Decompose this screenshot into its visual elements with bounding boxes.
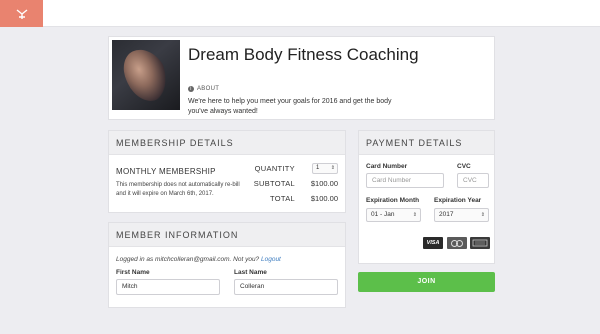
about-text: ABOUT (197, 86, 220, 92)
subtotal-value: $100.00 (310, 179, 338, 188)
fitness-logo-icon (16, 8, 27, 19)
cvc-label: CVC (457, 163, 471, 170)
plan-note: This membership does not automatically r… (116, 182, 240, 197)
exp-year-label: Expiration Year (434, 197, 482, 204)
exp-year-value: 2017 (439, 211, 454, 218)
last-name-field[interactable]: Colleran (234, 279, 338, 295)
payment-header: PAYMENT DETAILS (359, 131, 494, 155)
join-button[interactable]: JOIN (358, 272, 495, 292)
top-bar (0, 0, 600, 27)
quantity-label: QUANTITY (254, 164, 295, 173)
select-caret-icon: ⇕ (412, 212, 417, 218)
card-number-input[interactable]: Card Number (366, 173, 444, 188)
amex-card-icon (470, 237, 490, 249)
logout-link[interactable]: Logout (261, 256, 281, 263)
logged-in-notice: Logged in as mitchcolleran@gmail.com. No… (116, 256, 281, 263)
visa-card-label: VISA (426, 240, 440, 246)
brand-logo[interactable] (0, 0, 43, 27)
select-caret-icon: ⇕ (480, 212, 485, 218)
subtotal-label: SUBTOTAL (253, 179, 295, 188)
logged-in-text: Logged in as mitchcolleran@gmail.com. No… (116, 256, 260, 263)
member-header: MEMBER INFORMATION (109, 223, 345, 247)
membership-header: MEMBERSHIP DETAILS (109, 131, 345, 155)
quantity-value: 1 (316, 165, 320, 171)
member-information-card: MEMBER INFORMATION Logged in as mitchcol… (108, 222, 346, 308)
membership-details-card: MEMBERSHIP DETAILS MONTHLY MEMBERSHIP Th… (108, 130, 346, 213)
first-name-label: First Name (116, 269, 150, 276)
profile-photo (112, 40, 180, 110)
card-number-label: Card Number (366, 163, 408, 170)
last-name-label: Last Name (234, 269, 267, 276)
business-profile-card: Dream Body Fitness Coaching i ABOUT We'r… (108, 36, 495, 120)
total-value: $100.00 (310, 194, 338, 203)
total-label: TOTAL (270, 194, 295, 203)
exp-month-value: 01 - Jan (371, 211, 395, 218)
visa-card-icon: VISA (423, 237, 443, 249)
page-title: Dream Body Fitness Coaching (188, 45, 419, 64)
exp-month-label: Expiration Month (366, 197, 420, 204)
about-label[interactable]: i ABOUT (188, 86, 219, 92)
cvc-input[interactable]: CVC (457, 173, 489, 188)
info-icon: i (188, 86, 194, 92)
quantity-select[interactable]: 1 ⇕ (312, 163, 338, 174)
plan-title: MONTHLY MEMBERSHIP (116, 167, 216, 176)
first-name-field[interactable]: Mitch (116, 279, 220, 295)
select-caret-icon: ⇕ (330, 165, 335, 171)
profile-description: We're here to help you meet your goals f… (188, 98, 392, 115)
mastercard-icon (447, 237, 467, 249)
payment-details-card: PAYMENT DETAILS Card Number Card Number … (358, 130, 495, 264)
exp-month-select[interactable]: 01 - Jan ⇕ (366, 208, 421, 222)
exp-year-select[interactable]: 2017 ⇕ (434, 208, 489, 222)
